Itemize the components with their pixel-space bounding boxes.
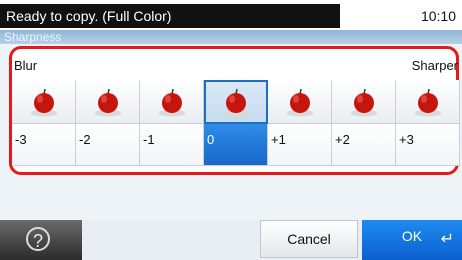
sharpness-option-plus-3[interactable]: +3 bbox=[396, 80, 460, 172]
apple-thumbnail bbox=[12, 80, 76, 124]
option-value: -3 bbox=[12, 124, 76, 166]
apple-icon bbox=[223, 88, 249, 117]
option-value: -2 bbox=[76, 124, 140, 166]
sharpness-option-plus-1[interactable]: +1 bbox=[268, 80, 332, 172]
apple-thumbnail bbox=[76, 80, 140, 124]
option-value: +3 bbox=[396, 124, 460, 166]
screen-title: Sharpness bbox=[0, 30, 462, 44]
option-value: +2 bbox=[332, 124, 396, 166]
ok-button[interactable]: OK ↵ bbox=[362, 220, 462, 260]
ok-label: OK bbox=[401, 228, 423, 244]
apple-thumbnail bbox=[204, 80, 268, 124]
apple-icon bbox=[158, 88, 185, 116]
sharpness-option-0[interactable]: 0 bbox=[204, 80, 268, 172]
status-bar: Ready to copy. (Full Color) 10:10 bbox=[0, 0, 462, 30]
scale-left-label: Blur bbox=[14, 58, 38, 73]
apple-thumbnail bbox=[268, 80, 332, 124]
sharpness-option-minus-3[interactable]: -3 bbox=[12, 80, 76, 172]
help-icon: ? bbox=[26, 227, 50, 251]
scale-labels: Blur Sharper bbox=[12, 58, 460, 78]
sharpness-grid: -3 -2 -1 0 +1 +2 +3 bbox=[12, 80, 460, 172]
apple-thumbnail bbox=[332, 80, 396, 124]
apple-icon bbox=[30, 88, 57, 116]
apple-thumbnail bbox=[140, 80, 204, 124]
help-button[interactable]: ? bbox=[0, 220, 82, 260]
option-value: -1 bbox=[140, 124, 204, 166]
cancel-button[interactable]: Cancel bbox=[260, 220, 358, 258]
option-value: +1 bbox=[268, 124, 332, 166]
apple-icon bbox=[94, 88, 121, 116]
sharpness-option-minus-2[interactable]: -2 bbox=[76, 80, 140, 172]
status-message: Ready to copy. (Full Color) bbox=[0, 4, 340, 28]
enter-icon: ↵ bbox=[440, 231, 454, 248]
apple-icon bbox=[414, 88, 441, 116]
sharpness-option-plus-2[interactable]: +2 bbox=[332, 80, 396, 172]
option-value: 0 bbox=[204, 124, 268, 166]
status-time: 10:10 bbox=[342, 4, 462, 28]
apple-icon bbox=[286, 88, 313, 116]
apple-icon bbox=[350, 88, 377, 116]
apple-thumbnail bbox=[396, 80, 460, 124]
scale-right-label: Sharper bbox=[411, 58, 458, 73]
sharpness-option-minus-1[interactable]: -1 bbox=[140, 80, 204, 172]
